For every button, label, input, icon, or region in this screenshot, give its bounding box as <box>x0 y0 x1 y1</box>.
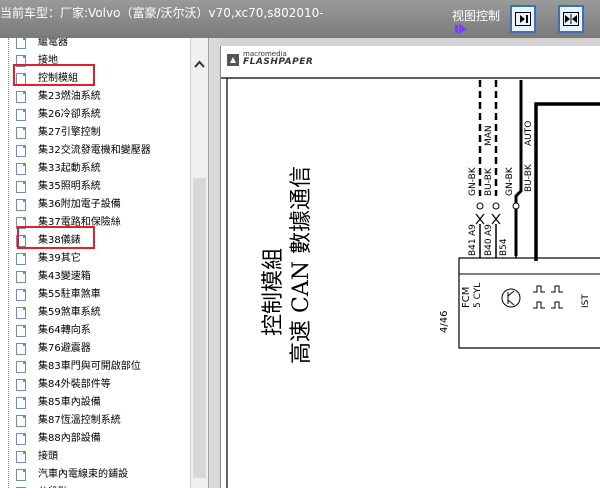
tree-item[interactable]: 集35照明系統 <box>16 179 188 196</box>
document-icon <box>16 469 26 481</box>
document-icon <box>16 109 26 121</box>
wire-label-4: BU-BK <box>524 164 534 192</box>
document-icon <box>16 289 26 301</box>
tree-vertical-scrollbar[interactable] <box>190 38 208 488</box>
tree-item[interactable]: 集32交流發電機和變壓器 <box>16 143 188 160</box>
tree-item[interactable]: 集87恆溫控制系統 <box>16 413 188 430</box>
tree-item-label: 集26冷卻系統 <box>38 109 101 120</box>
tree-item[interactable]: 集39其它 <box>16 251 188 268</box>
tree-item[interactable]: 集36附加電子設備 <box>16 197 188 214</box>
fit-page-button[interactable] <box>558 5 584 33</box>
document-icon <box>16 325 26 337</box>
tree-item[interactable]: 集85車內設備 <box>16 395 188 412</box>
document-icon <box>16 451 26 463</box>
scrollbar-thumb[interactable] <box>193 178 206 478</box>
fit-width-icon <box>515 12 531 26</box>
tree-item[interactable]: 集23燃油系統 <box>16 89 188 106</box>
document-icon <box>16 307 26 319</box>
highlight-box-control-modules <box>13 64 95 86</box>
document-icon <box>16 145 26 157</box>
document-viewer: macromedia FLASHPAPER 控制模組 高速 CAN 數據通信 4… <box>220 38 600 488</box>
diagram-title-line2: 高速 CAN 數據通信 <box>289 166 314 364</box>
tree-item-label: 集39其它 <box>38 253 81 264</box>
document-icon <box>16 181 26 193</box>
document-icon <box>16 127 26 139</box>
document-icon <box>16 361 26 373</box>
document-icon <box>16 271 26 283</box>
pin-label-3: B41 <box>468 238 478 256</box>
document-icon <box>16 379 26 391</box>
scroll-up-icon[interactable] <box>193 58 206 71</box>
tree-item[interactable]: 集64轉向系 <box>16 323 188 340</box>
module-sub-label: 5 CYL <box>473 282 483 308</box>
tree-item[interactable]: 集76避震器 <box>16 341 188 358</box>
document-icon <box>16 199 26 211</box>
tree-item[interactable]: 集43變速箱 <box>16 269 188 286</box>
tree-item-label: 集87恆溫控制系統 <box>38 415 121 426</box>
tree-item[interactable]: 集84外裝部件等 <box>16 377 188 394</box>
tree-item[interactable]: 集83車門與可開啟部位 <box>16 359 188 376</box>
tree-item-label: 集32交流發電機和變壓器 <box>38 145 151 156</box>
tree-item-label: 集88內部設備 <box>38 433 101 444</box>
signal-label: IST <box>581 294 591 308</box>
document-icon <box>16 38 26 49</box>
tree-item-label: 集85車內設備 <box>38 397 101 408</box>
mode-label-auto: AUTO <box>524 120 534 146</box>
fit-width-button[interactable] <box>510 5 536 33</box>
tree-item-label: 汽車內電線束的鋪設 <box>38 469 128 480</box>
document-icon <box>16 397 26 409</box>
tree-item[interactable]: 集27引擎控制 <box>16 125 188 142</box>
tree-item-label: 集43變速箱 <box>38 271 91 282</box>
wire-label-3: GN-BK <box>505 167 515 196</box>
tree-item-label: 集59煞車系統 <box>38 307 101 318</box>
tree-item[interactable]: 集26冷卻系統 <box>16 107 188 124</box>
tree-item-label: 集33起動系統 <box>38 163 101 174</box>
wire-label-2: BU-BK <box>484 168 494 196</box>
fit-page-icon <box>563 12 579 26</box>
pin-label-4: B40 <box>484 238 494 256</box>
tree-item-label: 集27引擎控制 <box>38 127 101 138</box>
tree-item-label: 集23燃油系統 <box>38 91 101 102</box>
tree-item-label: 繼電器 <box>38 38 68 48</box>
tree-item[interactable]: 繼電器 <box>16 38 188 52</box>
mode-label-man: MAN <box>484 125 494 146</box>
document-page: macromedia FLASHPAPER 控制模組 高速 CAN 數據通信 4… <box>220 46 600 488</box>
tree-item[interactable]: 集59煞車系統 <box>16 305 188 322</box>
document-icon <box>16 343 26 355</box>
pin-label-1: A9 <box>468 224 478 236</box>
tree-item[interactable]: 集33起動系統 <box>16 161 188 178</box>
tree-item-label: 接頭 <box>38 451 58 462</box>
tree-item-label: 集83車門與可開啟部位 <box>38 361 141 372</box>
tree-item-label: 集55駐車煞車 <box>38 289 101 300</box>
view-control-icon[interactable] <box>455 23 469 35</box>
view-control-label: 视图控制 <box>452 9 501 23</box>
tree-item[interactable]: 汽車內電線束的鋪設 <box>16 467 188 484</box>
document-icon <box>16 163 26 175</box>
document-icon <box>16 415 26 427</box>
navigation-tree-panel: 繼電器 接地 控制模組 集23燃油系統 集26冷卻系統 集27引擎控制 集32交流發電機和變… <box>0 38 209 488</box>
page-number: 4/46 <box>439 310 450 333</box>
title-bar: 当前车型：厂家:Volvo（富豪/沃尔沃）v70,xc70,s802010- 视… <box>0 0 600 38</box>
document-icon <box>16 91 26 103</box>
highlight-box-instruments <box>17 226 95 249</box>
document-icon <box>16 433 26 445</box>
tree-item-label: 集35照明系統 <box>38 181 101 192</box>
tree-item-label: 集36附加電子設備 <box>38 199 121 210</box>
window-title: 当前车型：厂家:Volvo（富豪/沃尔沃）v70,xc70,s802010- <box>0 6 324 20</box>
panel-divider[interactable] <box>209 38 220 488</box>
tree-item-label: 集76避震器 <box>38 343 91 354</box>
tree-item[interactable]: 集55駐車煞車 <box>16 287 188 304</box>
wire-label-1: GN-BK <box>468 167 478 196</box>
pin-label-2: A9 <box>484 224 494 236</box>
document-icon <box>16 253 26 265</box>
tree-guide-line <box>8 38 9 488</box>
module-label: FCM <box>461 286 472 308</box>
tree-item[interactable]: 接頭 <box>16 449 188 466</box>
pin-label-5: B54 <box>499 238 509 256</box>
tree-item-label: 集64轉向系 <box>38 325 91 336</box>
tree-item[interactable]: 集88內部設備 <box>16 431 188 448</box>
tree-item-label: 集84外裝部件等 <box>38 379 111 390</box>
